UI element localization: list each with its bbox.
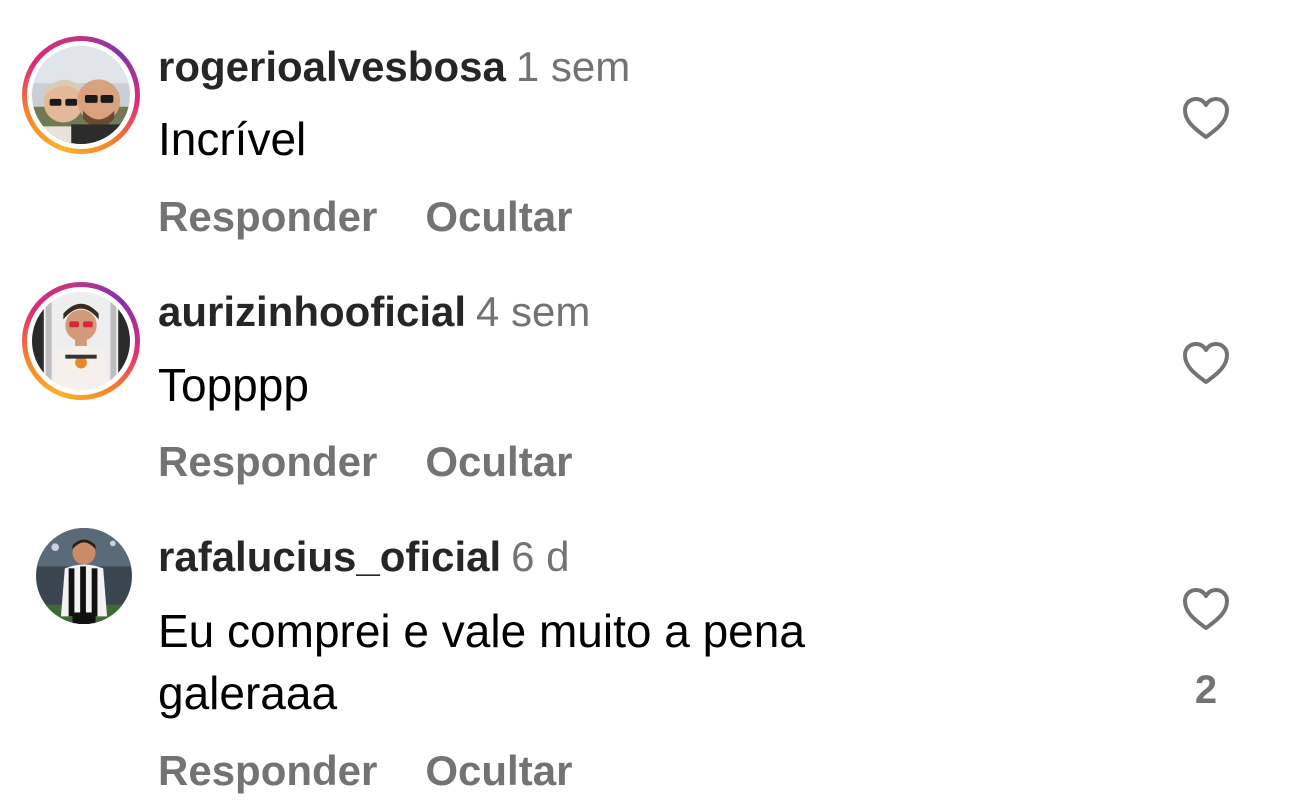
timestamp: 1 sem [515,43,631,90]
hide-button[interactable]: Ocultar [425,437,572,487]
avatar [36,528,132,624]
comment-text: Incrível [158,113,307,165]
avatar-photo [36,528,132,624]
comment-header: rogerioalvesbosa 1 sem [158,42,630,92]
username[interactable]: aurizinhooficial [158,288,466,335]
comment-header: rafalucius_oficial 6 d [158,532,570,582]
timestamp: 6 d [511,533,570,580]
timestamp: 4 sem [476,288,591,335]
reply-button[interactable]: Responder [158,746,377,796]
avatar-story-ring[interactable] [22,36,140,154]
avatar-photo [32,292,130,390]
comment-actions: Responder Ocultar [158,437,572,487]
avatar-story-ring[interactable] [22,282,140,400]
avatar [32,46,130,144]
heart-icon[interactable] [1182,587,1230,631]
reply-button[interactable]: Responder [158,192,377,242]
heart-icon[interactable] [1182,96,1230,140]
avatar-photo [32,46,130,144]
comment-text: Eu comprei e vale muito a pena galeraaa [158,605,805,719]
hide-button[interactable]: Ocultar [425,746,572,796]
reply-button[interactable]: Responder [158,437,377,487]
avatar [32,292,130,390]
comment-actions: Responder Ocultar [158,746,572,796]
comment-text: Topppp [158,359,309,411]
username[interactable]: rogerioalvesbosa [158,43,506,90]
hide-button[interactable]: Ocultar [425,192,572,242]
avatar-wrapper[interactable] [22,522,140,640]
like-count: 2 [1194,668,1218,712]
comment-actions: Responder Ocultar [158,192,572,242]
username[interactable]: rafalucius_oficial [158,533,501,580]
comment-header: aurizinhooficial 4 sem [158,287,590,337]
heart-icon[interactable] [1182,341,1230,385]
